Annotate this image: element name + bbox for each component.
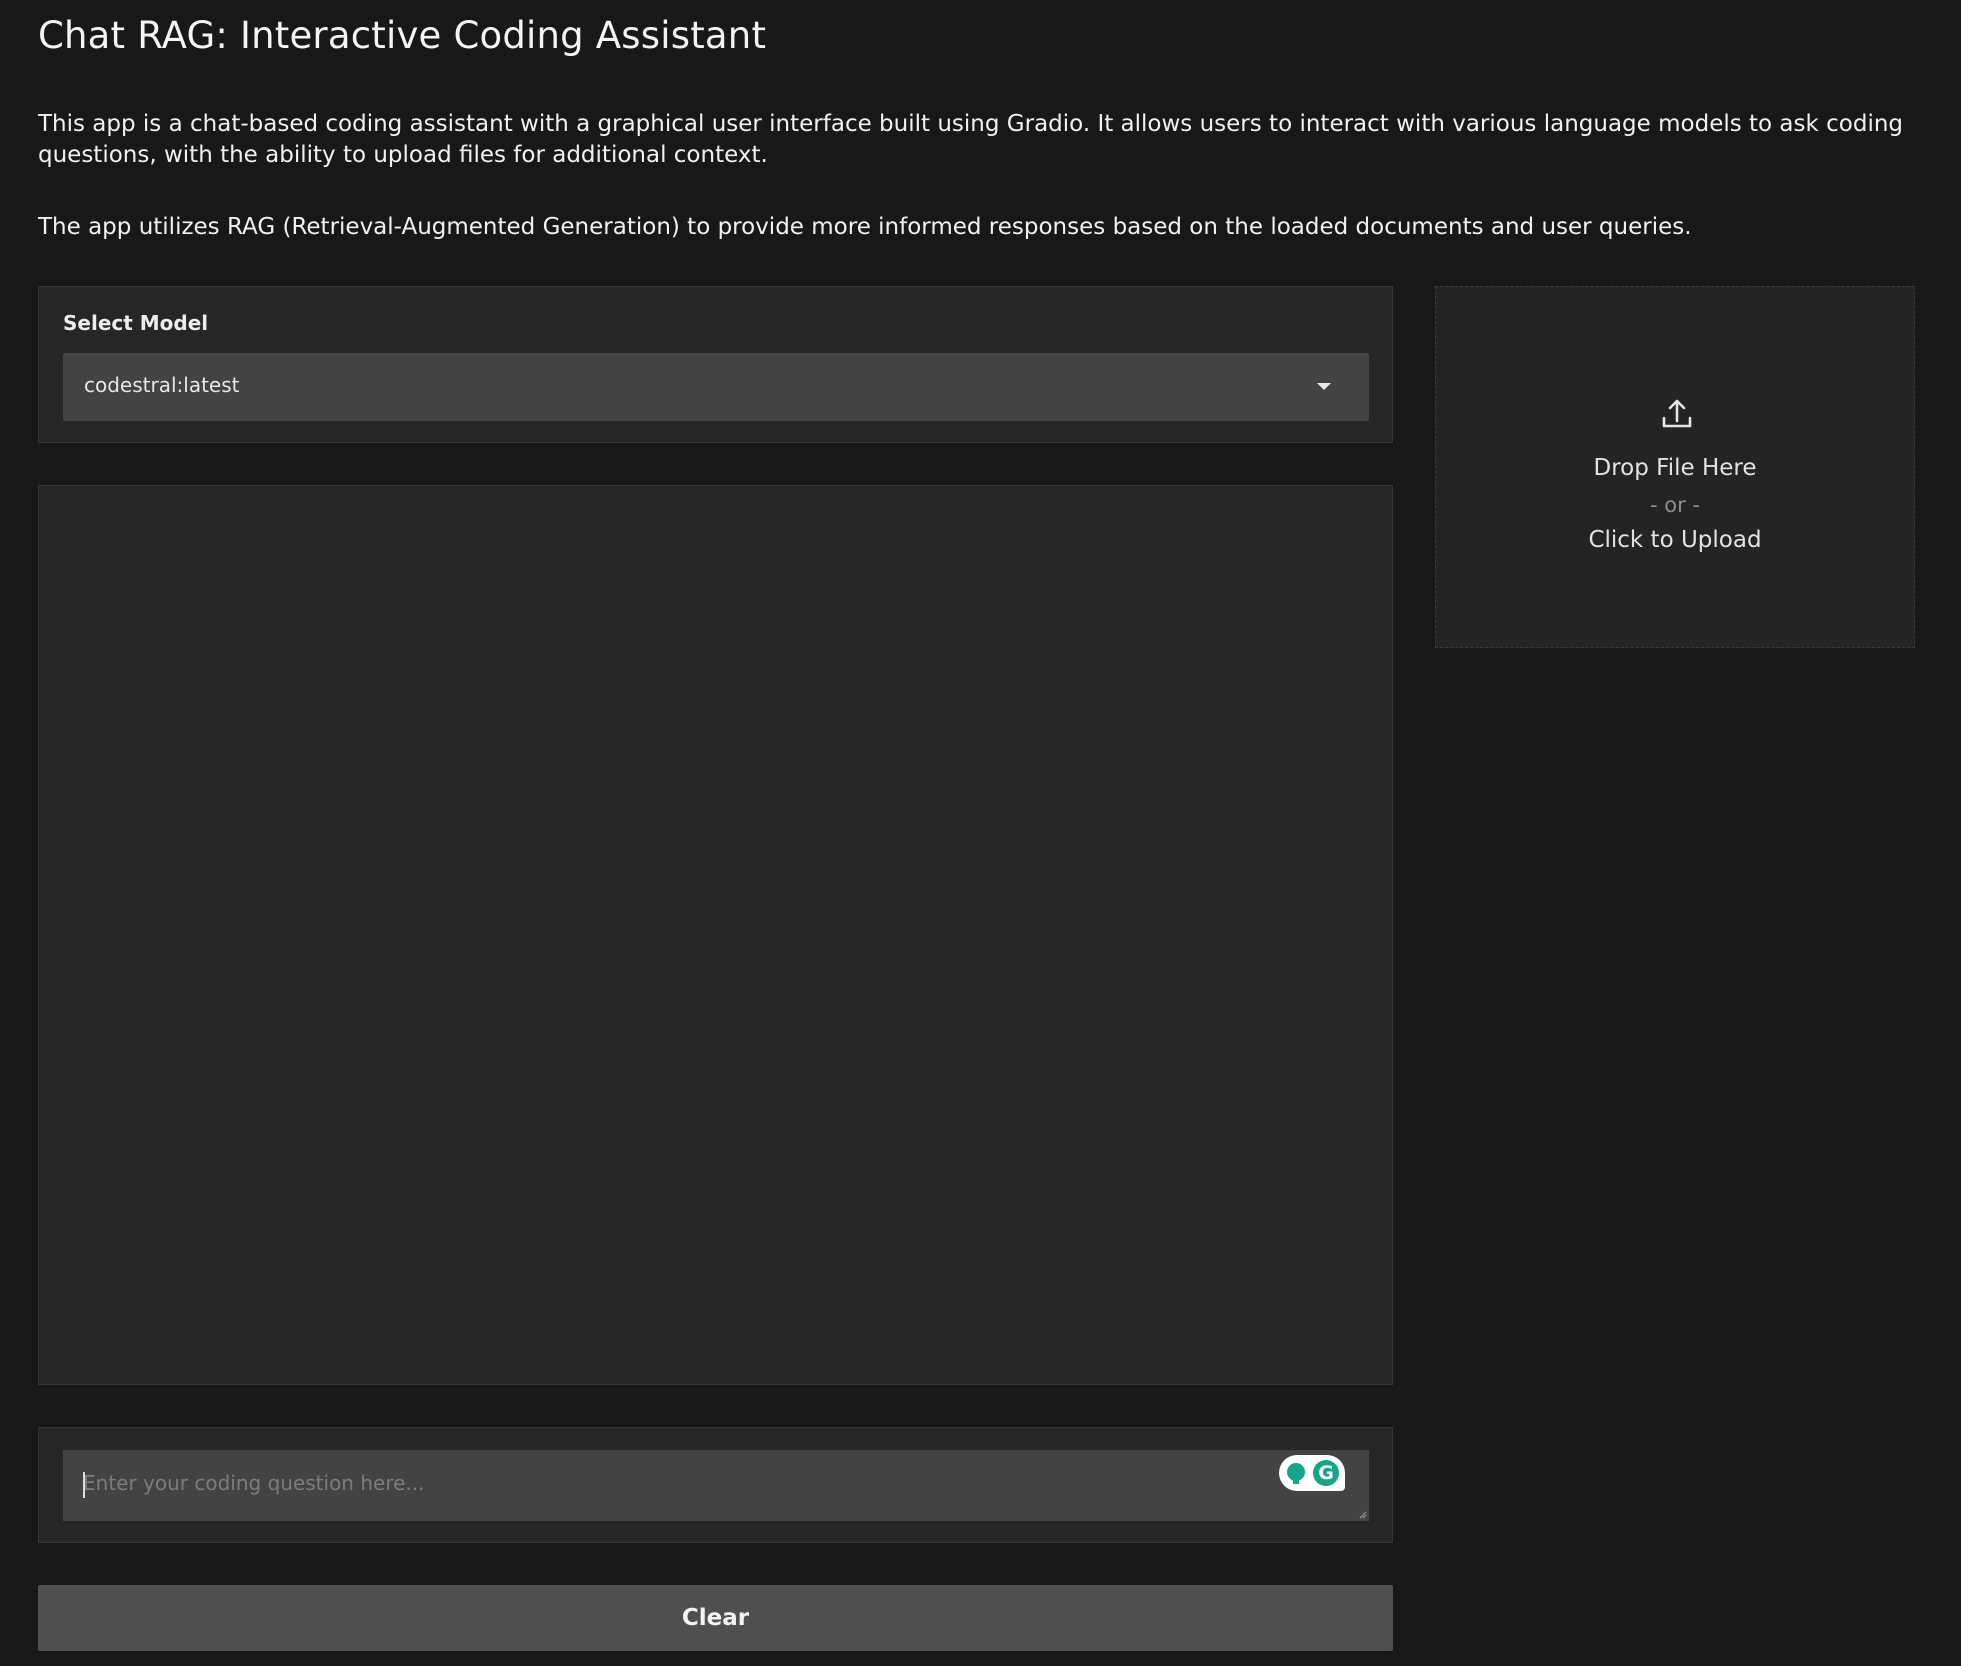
chatbot-display[interactable] bbox=[38, 485, 1393, 1385]
clear-button[interactable]: Clear bbox=[38, 1585, 1393, 1651]
upload-or-text: - or - bbox=[1650, 493, 1700, 517]
upload-drop-text: Drop File Here bbox=[1593, 455, 1757, 481]
grammarly-g-icon: G bbox=[1313, 1460, 1339, 1486]
description-paragraph-1: This app is a chat-based coding assistan… bbox=[38, 111, 1904, 168]
model-dropdown[interactable]: codestral:latest bbox=[63, 353, 1369, 421]
grammarly-icon[interactable]: G bbox=[1279, 1455, 1345, 1491]
file-upload-dropzone[interactable]: Drop File Here - or - Click to Upload bbox=[1435, 286, 1915, 648]
app-page: Chat RAG: Interactive Coding Assistant T… bbox=[0, 0, 1961, 1666]
model-dropdown-value: codestral:latest bbox=[84, 373, 240, 397]
description-paragraph-2: The app utilizes RAG (Retrieval-Augmente… bbox=[38, 214, 1692, 240]
upload-icon bbox=[1662, 399, 1692, 428]
model-select-panel: Select Model codestral:latest bbox=[38, 286, 1393, 443]
upload-click-text: Click to Upload bbox=[1588, 527, 1762, 553]
question-input-container: G bbox=[63, 1450, 1369, 1521]
lightbulb-icon bbox=[1287, 1463, 1305, 1484]
resize-handle-icon[interactable] bbox=[1357, 1509, 1367, 1519]
question-input-panel: G bbox=[38, 1427, 1393, 1543]
page-title: Chat RAG: Interactive Coding Assistant bbox=[38, 14, 767, 57]
question-input[interactable] bbox=[63, 1450, 1369, 1521]
model-select-label: Select Model bbox=[63, 311, 209, 335]
text-cursor bbox=[83, 1472, 85, 1498]
chevron-down-icon[interactable] bbox=[1317, 383, 1331, 390]
